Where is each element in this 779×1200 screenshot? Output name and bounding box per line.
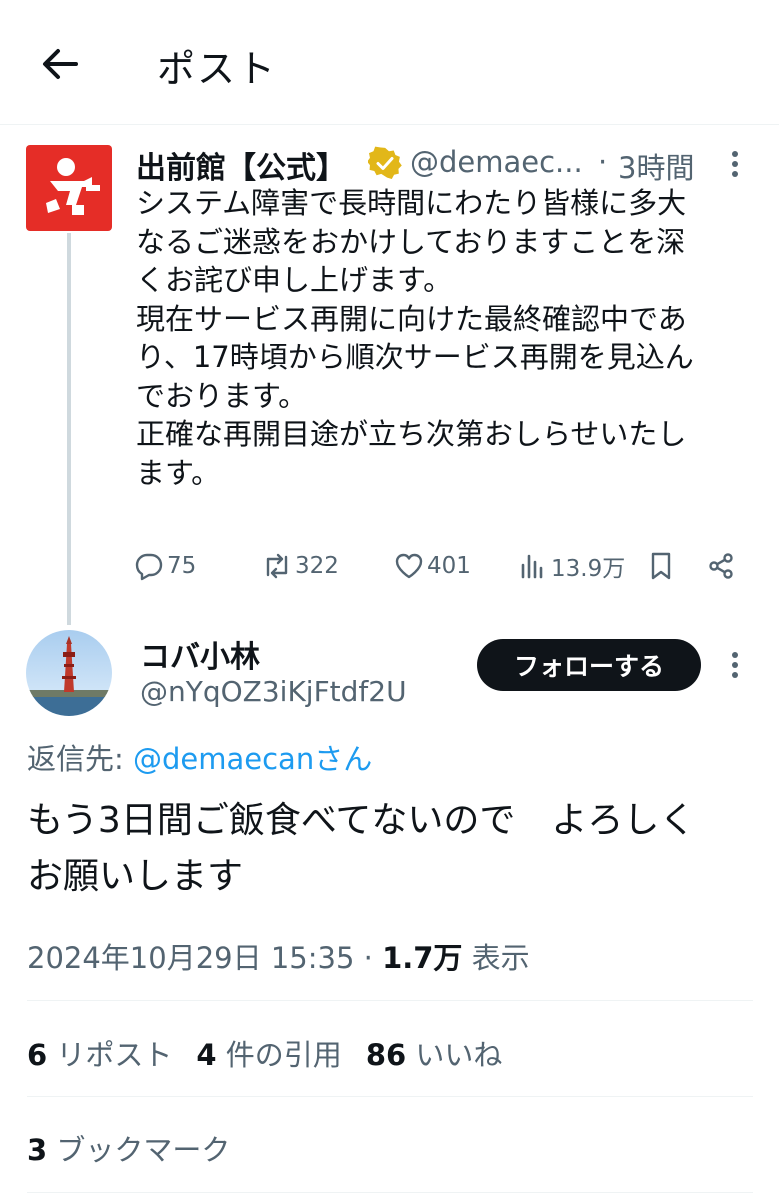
- reply-icon: [135, 553, 163, 581]
- top-bar: ポスト: [0, 0, 779, 125]
- bookmarks-stat[interactable]: 3 ブックマーク: [27, 1127, 230, 1169]
- heart-icon: [395, 553, 423, 579]
- views-label: 表示: [462, 941, 530, 975]
- share-icon: [709, 553, 733, 579]
- reposts-stat-count: 6: [27, 1038, 48, 1072]
- share-button[interactable]: [706, 548, 736, 584]
- quotes-stat[interactable]: 4 件の引用: [196, 1038, 341, 1072]
- kobayashi-avatar[interactable]: [26, 630, 112, 716]
- divider: [27, 1096, 753, 1097]
- meta-separator: ·: [354, 941, 383, 975]
- replying-to-handle-link[interactable]: @demaecanさん: [133, 742, 372, 776]
- quoted-author-handle[interactable]: @demaec...: [410, 145, 583, 179]
- bookmark-icon: [651, 552, 671, 580]
- thread-connector: [67, 233, 71, 625]
- quoted-author-name[interactable]: 出前館【公式】: [136, 143, 346, 187]
- reply-button[interactable]: 75: [134, 548, 196, 584]
- like-count: 401: [427, 553, 471, 579]
- likes-stat-count: 86: [365, 1038, 407, 1072]
- follow-button[interactable]: フォローする: [477, 639, 701, 691]
- verified-badge-icon: [367, 146, 402, 180]
- repost-count: 322: [295, 553, 339, 579]
- repost-icon: [266, 553, 288, 579]
- reply-count: 75: [167, 553, 197, 579]
- bookmarks-stat-label: ブックマーク: [47, 1133, 231, 1167]
- views-count: 1.7万: [382, 941, 463, 975]
- like-button[interactable]: 401: [394, 548, 471, 584]
- views-button[interactable]: 13.9万: [518, 548, 625, 584]
- repost-button[interactable]: 322: [262, 548, 339, 584]
- replying-to-label: 返信先:: [27, 742, 133, 776]
- reply-author-name[interactable]: コバ小林: [140, 632, 260, 676]
- quoted-post-time[interactable]: 3時間: [618, 145, 694, 187]
- likes-stat-label: いいね: [406, 1038, 503, 1072]
- quoted-post-text: システム障害で長時間にわたり皆様に多大 なるご迷惑をおかけしておりますことを深 …: [136, 186, 694, 490]
- quotes-stat-label: 件の引用: [216, 1038, 342, 1072]
- more-options-icon[interactable]: [722, 148, 748, 180]
- views-chart-icon: [521, 554, 543, 579]
- post-timestamp[interactable]: 2024年10月29日 15:35: [27, 941, 354, 975]
- quotes-stat-count: 4: [196, 1038, 217, 1072]
- arrow-left-icon[interactable]: [38, 42, 82, 86]
- bookmarks-stat-count: 3: [27, 1133, 48, 1167]
- reposts-stat[interactable]: 6 リポスト: [27, 1038, 172, 1072]
- engagement-stats: 6 リポスト 4 件の引用 86 いいね: [27, 1032, 526, 1074]
- time-separator: ·: [598, 145, 608, 179]
- replying-to: 返信先: @demaecanさん: [27, 736, 372, 778]
- page-title: ポスト: [157, 47, 278, 91]
- bookmark-button[interactable]: [646, 548, 676, 584]
- reposts-stat-label: リポスト: [47, 1038, 173, 1072]
- reply-post-text: もう3日間ご飯食べてないので よろしく お願いします: [27, 800, 696, 897]
- divider: [27, 1000, 753, 1001]
- more-options-icon[interactable]: [722, 649, 748, 681]
- likes-stat[interactable]: 86 いいね: [366, 1038, 503, 1072]
- demaecan-avatar[interactable]: [26, 145, 112, 231]
- views-count: 13.9万: [551, 556, 626, 582]
- divider: [27, 1192, 753, 1193]
- reply-author-handle[interactable]: @nYqOZ3iKjFtdf2U: [140, 675, 407, 708]
- post-meta: 2024年10月29日 15:35 · 1.7万 表示: [27, 935, 530, 977]
